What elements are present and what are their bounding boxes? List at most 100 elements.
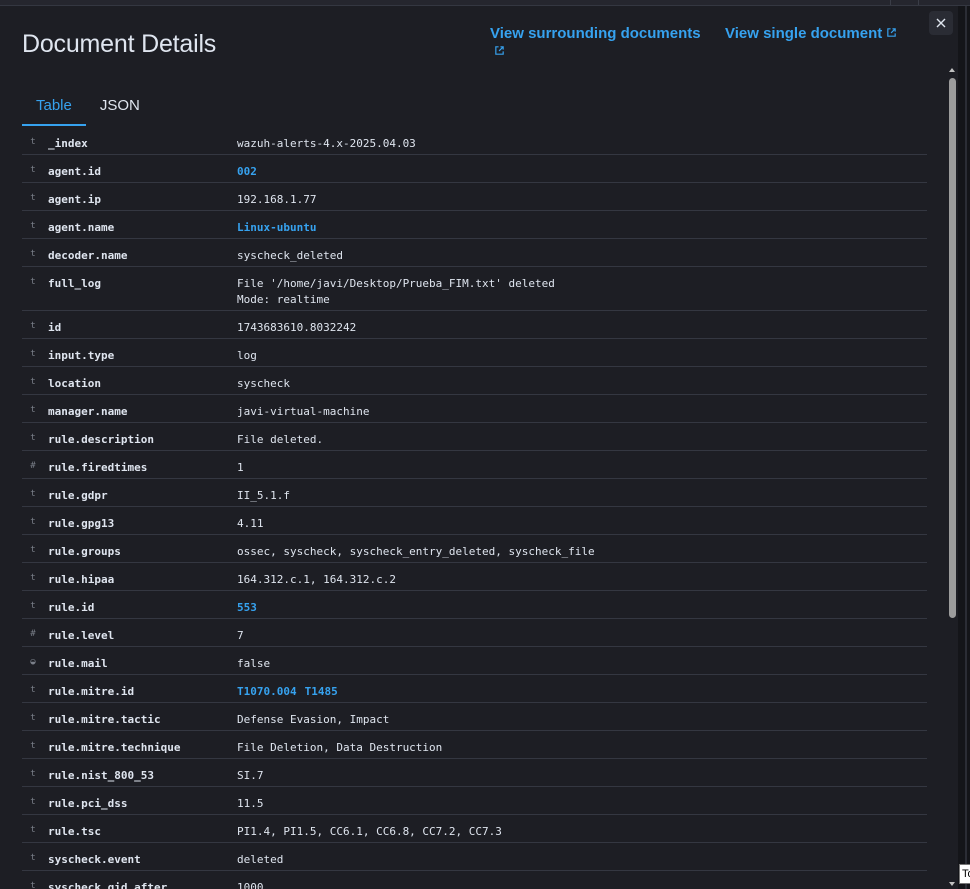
boolean-type-icon: ◒ <box>30 657 36 667</box>
table-row: t _index wazuh-alerts-4.x-2025.04.03 <box>22 127 927 155</box>
string-type-icon: t <box>30 825 36 835</box>
field-name: rule.groups <box>48 545 121 558</box>
string-type-icon: t <box>30 193 36 203</box>
table-row: t input.type log <box>22 339 927 367</box>
background-divider <box>965 6 967 889</box>
scrollbar-thumb[interactable] <box>949 78 956 618</box>
view-surrounding-documents-label: View surrounding documents <box>490 25 701 42</box>
field-name: id <box>48 321 62 334</box>
string-type-icon: t <box>30 433 36 443</box>
string-type-icon: t <box>30 853 36 863</box>
top-bar-divider <box>890 0 891 5</box>
top-bar-divider <box>918 0 919 5</box>
string-type-icon: t <box>30 713 36 723</box>
string-type-icon: t <box>30 321 36 331</box>
field-value: ossec, syscheck, syscheck_entry_deleted,… <box>237 545 595 558</box>
view-surrounding-documents-link[interactable]: View surrounding documents <box>490 25 701 59</box>
field-name: input.type <box>48 349 115 362</box>
table-row: t decoder.name syscheck_deleted <box>22 239 927 267</box>
field-value: 1 <box>237 461 244 474</box>
string-type-icon: t <box>30 797 36 807</box>
field-name: agent.id <box>48 165 101 178</box>
table-row: t rule.description File deleted. <box>22 423 927 451</box>
field-value: 164.312.c.1, 164.312.c.2 <box>237 573 396 586</box>
external-link-icon <box>887 27 897 37</box>
string-type-icon: t <box>30 221 36 231</box>
view-single-document-link[interactable]: View single document <box>725 25 897 42</box>
table-row: t rule.id 553 <box>22 591 927 619</box>
scroll-up-arrow-icon[interactable] <box>949 68 955 72</box>
string-type-icon: t <box>30 881 36 889</box>
field-name: syscheck.event <box>48 853 141 866</box>
field-name: rule.id <box>48 601 95 614</box>
scroll-down-arrow-icon[interactable] <box>949 882 955 886</box>
table-row: t agent.name Linux-ubuntu <box>22 211 927 239</box>
field-value: 1000 <box>237 881 264 889</box>
table-row: t rule.gdpr II_5.1.f <box>22 479 927 507</box>
string-type-icon: t <box>30 137 36 147</box>
string-type-icon: t <box>30 573 36 583</box>
table-row: # rule.firedtimes 1 <box>22 451 927 479</box>
document-details-flyout: Document Details View surrounding docume… <box>0 6 958 889</box>
field-value: 11.5 <box>237 797 264 810</box>
flyout-title: Document Details <box>22 30 217 58</box>
field-name: syscheck.gid_after <box>48 881 168 889</box>
string-type-icon: t <box>30 545 36 555</box>
field-name: rule.mitre.id <box>48 685 135 698</box>
string-type-icon: t <box>30 601 36 611</box>
number-type-icon: # <box>30 461 36 471</box>
string-type-icon: t <box>30 377 36 387</box>
string-type-icon: t <box>30 685 36 695</box>
field-value: syscheck_deleted <box>237 249 343 262</box>
mitre-id-link[interactable]: T1070.004 <box>237 685 297 698</box>
field-name: rule.nist_800_53 <box>48 769 154 782</box>
field-value: 1743683610.8032242 <box>237 321 357 334</box>
tab-table[interactable]: Table <box>22 90 86 126</box>
field-name: rule.firedtimes <box>48 461 148 474</box>
number-type-icon: # <box>30 629 36 639</box>
field-value: File deleted. <box>237 433 324 446</box>
field-value: false <box>237 657 271 670</box>
string-type-icon: t <box>30 489 36 499</box>
table-row: t rule.mitre.id T1070.004 T1485 <box>22 675 927 703</box>
table-row: t syscheck.event deleted <box>22 843 927 871</box>
tab-json[interactable]: JSON <box>86 90 154 126</box>
mitre-id-link[interactable]: T1485 <box>305 685 338 698</box>
field-name: rule.gdpr <box>48 489 108 502</box>
table-row: t rule.tsc PI1.4, PI1.5, CC6.1, CC6.8, CC7… <box>22 815 927 843</box>
document-fields-table: t _index wazuh-alerts-4.x-2025.04.03 t agent… <box>22 127 927 889</box>
table-row: t agent.id 002 <box>22 155 927 183</box>
table-row: t agent.ip 192.168.1.77 <box>22 183 927 211</box>
field-name: rule.tsc <box>48 825 101 838</box>
field-value: javi-virtual-machine <box>237 405 370 418</box>
field-value-link[interactable]: Linux-ubuntu <box>237 220 316 236</box>
string-type-icon: t <box>30 249 36 259</box>
string-type-icon: t <box>30 405 36 415</box>
field-value: File Deletion, Data Destruction <box>237 741 443 754</box>
field-name: rule.gpg13 <box>48 517 115 530</box>
table-row: t manager.name javi-virtual-machine <box>22 395 927 423</box>
close-icon <box>936 18 946 28</box>
field-value-link[interactable]: 553 <box>237 600 257 616</box>
table-row: # rule.level 7 <box>22 619 927 647</box>
field-value: File '/home/javi/Desktop/Prueba_FIM.txt'… <box>237 277 555 306</box>
table-row: t rule.mitre.tactic Defense Evasion, Impac… <box>22 703 927 731</box>
field-name: _index <box>48 137 88 150</box>
field-value: deleted <box>237 853 284 866</box>
table-row: t rule.mitre.technique File Deletion, Data… <box>22 731 927 759</box>
field-value: log <box>237 349 257 362</box>
field-value: Defense Evasion, Impact <box>237 713 390 726</box>
view-single-document-label: View single document <box>725 25 883 42</box>
close-button[interactable] <box>929 11 953 35</box>
string-type-icon: t <box>30 277 36 287</box>
table-row: t rule.hipaa 164.312.c.1, 164.312.c.2 <box>22 563 927 591</box>
corner-tooltip: To <box>959 864 970 884</box>
background-window-edge <box>958 6 970 889</box>
field-value: syscheck <box>237 377 290 390</box>
field-value: II_5.1.f <box>237 489 290 502</box>
table-row: t full_log File '/home/javi/Desktop/Prueba… <box>22 267 927 311</box>
string-type-icon: t <box>30 741 36 751</box>
field-name: agent.ip <box>48 193 101 206</box>
view-tabs: Table JSON <box>22 90 154 126</box>
field-value-link[interactable]: 002 <box>237 164 257 180</box>
